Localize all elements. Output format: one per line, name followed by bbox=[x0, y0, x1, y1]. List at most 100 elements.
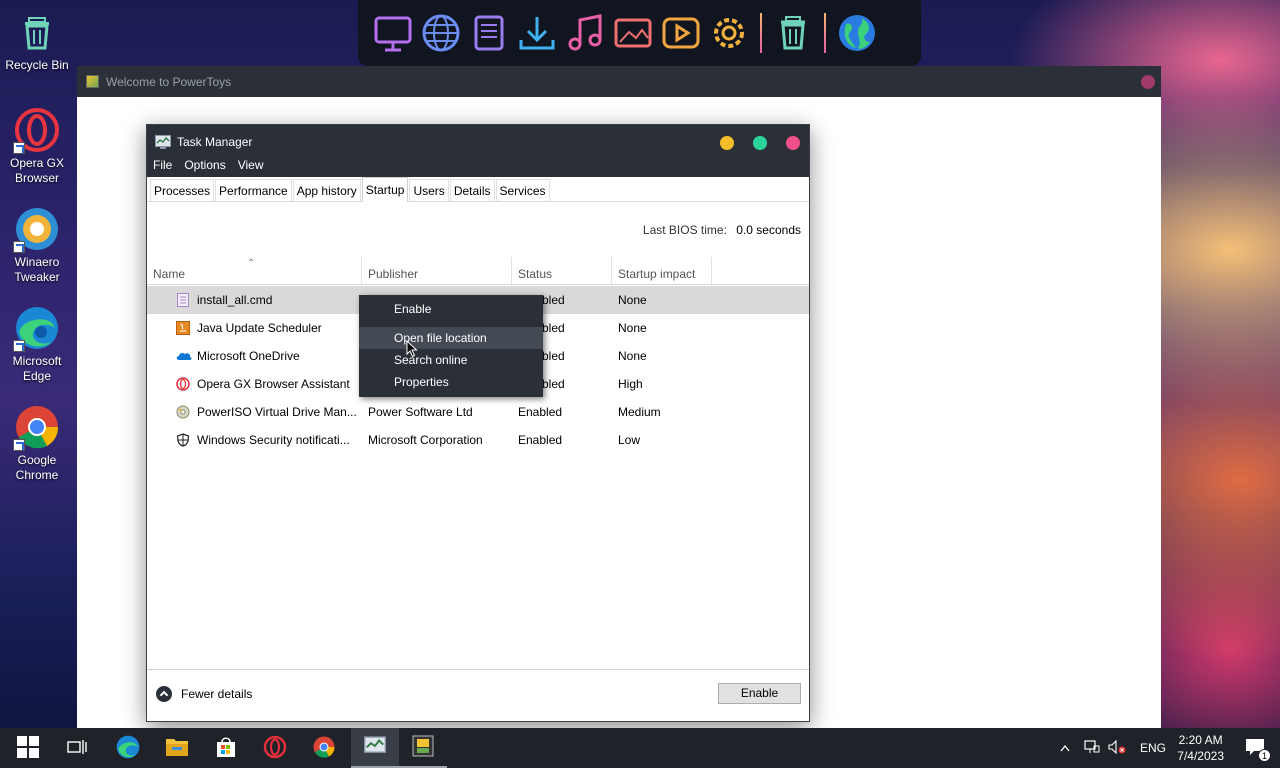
desktop-icon-edge[interactable]: Microsoft Edge bbox=[2, 304, 72, 384]
taskbar-file-explorer[interactable] bbox=[153, 728, 201, 768]
row-name: Windows Security notificati... bbox=[197, 433, 350, 447]
language-indicator[interactable]: ENG bbox=[1140, 741, 1166, 755]
row-publisher: Power Software Ltd bbox=[368, 405, 473, 419]
task-manager-window: Task Manager File Options View Processes… bbox=[146, 124, 810, 722]
file-explorer-icon bbox=[165, 736, 189, 761]
taskbar-chrome[interactable] bbox=[300, 728, 348, 768]
context-menu: Enable Open file location Search online … bbox=[359, 295, 543, 397]
powertoys-titlebar[interactable]: Welcome to PowerToys bbox=[77, 66, 1161, 97]
taskbar-powertoys[interactable] bbox=[399, 728, 447, 768]
clock[interactable]: 2:20 AM 7/4/2023 bbox=[1177, 732, 1224, 764]
row-status: Enabled bbox=[518, 433, 563, 447]
recycle-bin-icon bbox=[13, 8, 61, 56]
powertoys-icon bbox=[412, 735, 434, 760]
bios-time: Last BIOS time: 0.0 seconds bbox=[643, 223, 801, 237]
table-row[interactable]: PowerISO Virtual Drive Man... Power Soft… bbox=[147, 398, 809, 426]
powertoys-title: Welcome to PowerToys bbox=[106, 74, 232, 89]
table-row[interactable]: Windows Security notificati... Microsoft… bbox=[147, 426, 809, 454]
task-manager-title: Task Manager bbox=[155, 135, 252, 149]
desktop-icon-label: Microsoft Edge bbox=[12, 354, 62, 383]
row-name: Java Update Scheduler bbox=[197, 321, 322, 335]
context-menu-search-online[interactable]: Search online bbox=[359, 349, 543, 371]
chevron-up-icon bbox=[156, 686, 172, 702]
start-button[interactable] bbox=[4, 728, 52, 768]
chrome-icon bbox=[312, 735, 336, 762]
context-menu-open-file-location[interactable]: Open file location bbox=[359, 327, 543, 349]
context-menu-separator bbox=[359, 320, 543, 327]
close-button[interactable] bbox=[786, 136, 800, 150]
poweriso-icon bbox=[176, 405, 190, 419]
minimize-button[interactable] bbox=[720, 136, 734, 150]
task-manager-title-text: Task Manager bbox=[177, 135, 253, 149]
network-icon[interactable] bbox=[1084, 739, 1100, 757]
task-manager-footer: Fewer details Enable bbox=[147, 669, 809, 721]
row-status: Enabled bbox=[518, 405, 563, 419]
bios-time-value: 0.0 seconds bbox=[736, 223, 801, 237]
enable-button[interactable]: Enable bbox=[718, 683, 801, 704]
powertoys-icon bbox=[86, 75, 99, 88]
taskbar-opera[interactable] bbox=[251, 728, 299, 768]
row-name: Opera GX Browser Assistant bbox=[197, 377, 350, 391]
tab-users[interactable]: Users bbox=[409, 179, 449, 201]
menu-view[interactable]: View bbox=[232, 158, 270, 172]
notification-center-button[interactable]: 1 bbox=[1232, 728, 1280, 768]
clock-time: 2:20 AM bbox=[1178, 733, 1223, 747]
context-menu-enable[interactable]: Enable bbox=[359, 298, 543, 320]
row-name: install_all.cmd bbox=[197, 293, 273, 307]
java-icon bbox=[176, 321, 190, 335]
monitor-icon[interactable] bbox=[372, 12, 414, 54]
taskbar-edge[interactable] bbox=[104, 728, 152, 768]
column-header-status[interactable]: Status bbox=[512, 257, 612, 285]
row-name: Microsoft OneDrive bbox=[197, 349, 300, 363]
opera-icon bbox=[263, 735, 287, 762]
context-menu-properties[interactable]: Properties bbox=[359, 371, 543, 393]
opera-icon bbox=[176, 377, 190, 391]
tab-app-history[interactable]: App history bbox=[292, 179, 361, 201]
tab-startup[interactable]: Startup bbox=[361, 177, 409, 202]
tab-processes[interactable]: Processes bbox=[150, 179, 215, 201]
opera-gx-icon bbox=[13, 106, 61, 154]
column-header-name[interactable]: Name bbox=[147, 257, 362, 285]
chevron-up-icon[interactable] bbox=[1060, 741, 1070, 755]
desktop-icon-label: Recycle Bin bbox=[5, 58, 69, 72]
desktop-icon-label: Google Chrome bbox=[15, 453, 59, 482]
dock-separator bbox=[824, 13, 826, 53]
video-icon[interactable] bbox=[660, 12, 702, 54]
globe-icon[interactable] bbox=[420, 12, 462, 54]
download-icon[interactable] bbox=[516, 12, 558, 54]
menu-file[interactable]: File bbox=[147, 158, 178, 172]
row-publisher: Microsoft Corporation bbox=[368, 433, 483, 447]
notification-icon: 1 bbox=[1245, 738, 1271, 762]
desktop-icon-chrome[interactable]: Google Chrome bbox=[2, 403, 72, 483]
taskbar-task-manager[interactable] bbox=[351, 728, 399, 768]
menu-bar: File Options View bbox=[147, 158, 270, 172]
winaero-tweaker-icon bbox=[13, 205, 61, 253]
row-impact: Low bbox=[618, 433, 641, 447]
settings-icon[interactable] bbox=[708, 12, 750, 54]
tab-details[interactable]: Details bbox=[449, 179, 495, 201]
menu-options[interactable]: Options bbox=[178, 158, 231, 172]
documents-icon[interactable] bbox=[468, 12, 510, 54]
desktop-icon-winaero-tweaker[interactable]: Winaero Tweaker bbox=[2, 205, 72, 285]
trash-icon[interactable] bbox=[772, 12, 814, 54]
maximize-button[interactable] bbox=[753, 136, 767, 150]
top-dock bbox=[358, 0, 921, 66]
task-view-button[interactable] bbox=[53, 728, 101, 768]
column-header-publisher[interactable]: Publisher bbox=[362, 257, 512, 285]
tab-services[interactable]: Services bbox=[495, 179, 550, 201]
tab-performance[interactable]: Performance bbox=[215, 179, 292, 201]
music-icon[interactable] bbox=[564, 12, 606, 54]
clock-date: 7/4/2023 bbox=[1177, 749, 1224, 763]
pictures-icon[interactable] bbox=[612, 12, 654, 54]
fewer-details-toggle[interactable]: Fewer details bbox=[156, 686, 252, 702]
desktop-icon-recycle-bin[interactable]: Recycle Bin bbox=[2, 8, 72, 73]
volume-muted-icon[interactable] bbox=[1108, 739, 1126, 757]
desktop-wallpaper: Recycle Bin Opera GX Browser Winaero Twe… bbox=[0, 0, 1280, 728]
taskbar-store[interactable] bbox=[202, 728, 250, 768]
desktop-icon-opera-gx[interactable]: Opera GX Browser bbox=[2, 106, 72, 186]
task-manager-titlebar[interactable]: Task Manager File Options View bbox=[147, 125, 809, 177]
cmd-file-icon bbox=[176, 293, 190, 307]
column-header-startup-impact[interactable]: Startup impact bbox=[612, 257, 712, 285]
earth-icon[interactable] bbox=[836, 12, 878, 54]
powertoys-close-button[interactable] bbox=[1141, 75, 1155, 89]
